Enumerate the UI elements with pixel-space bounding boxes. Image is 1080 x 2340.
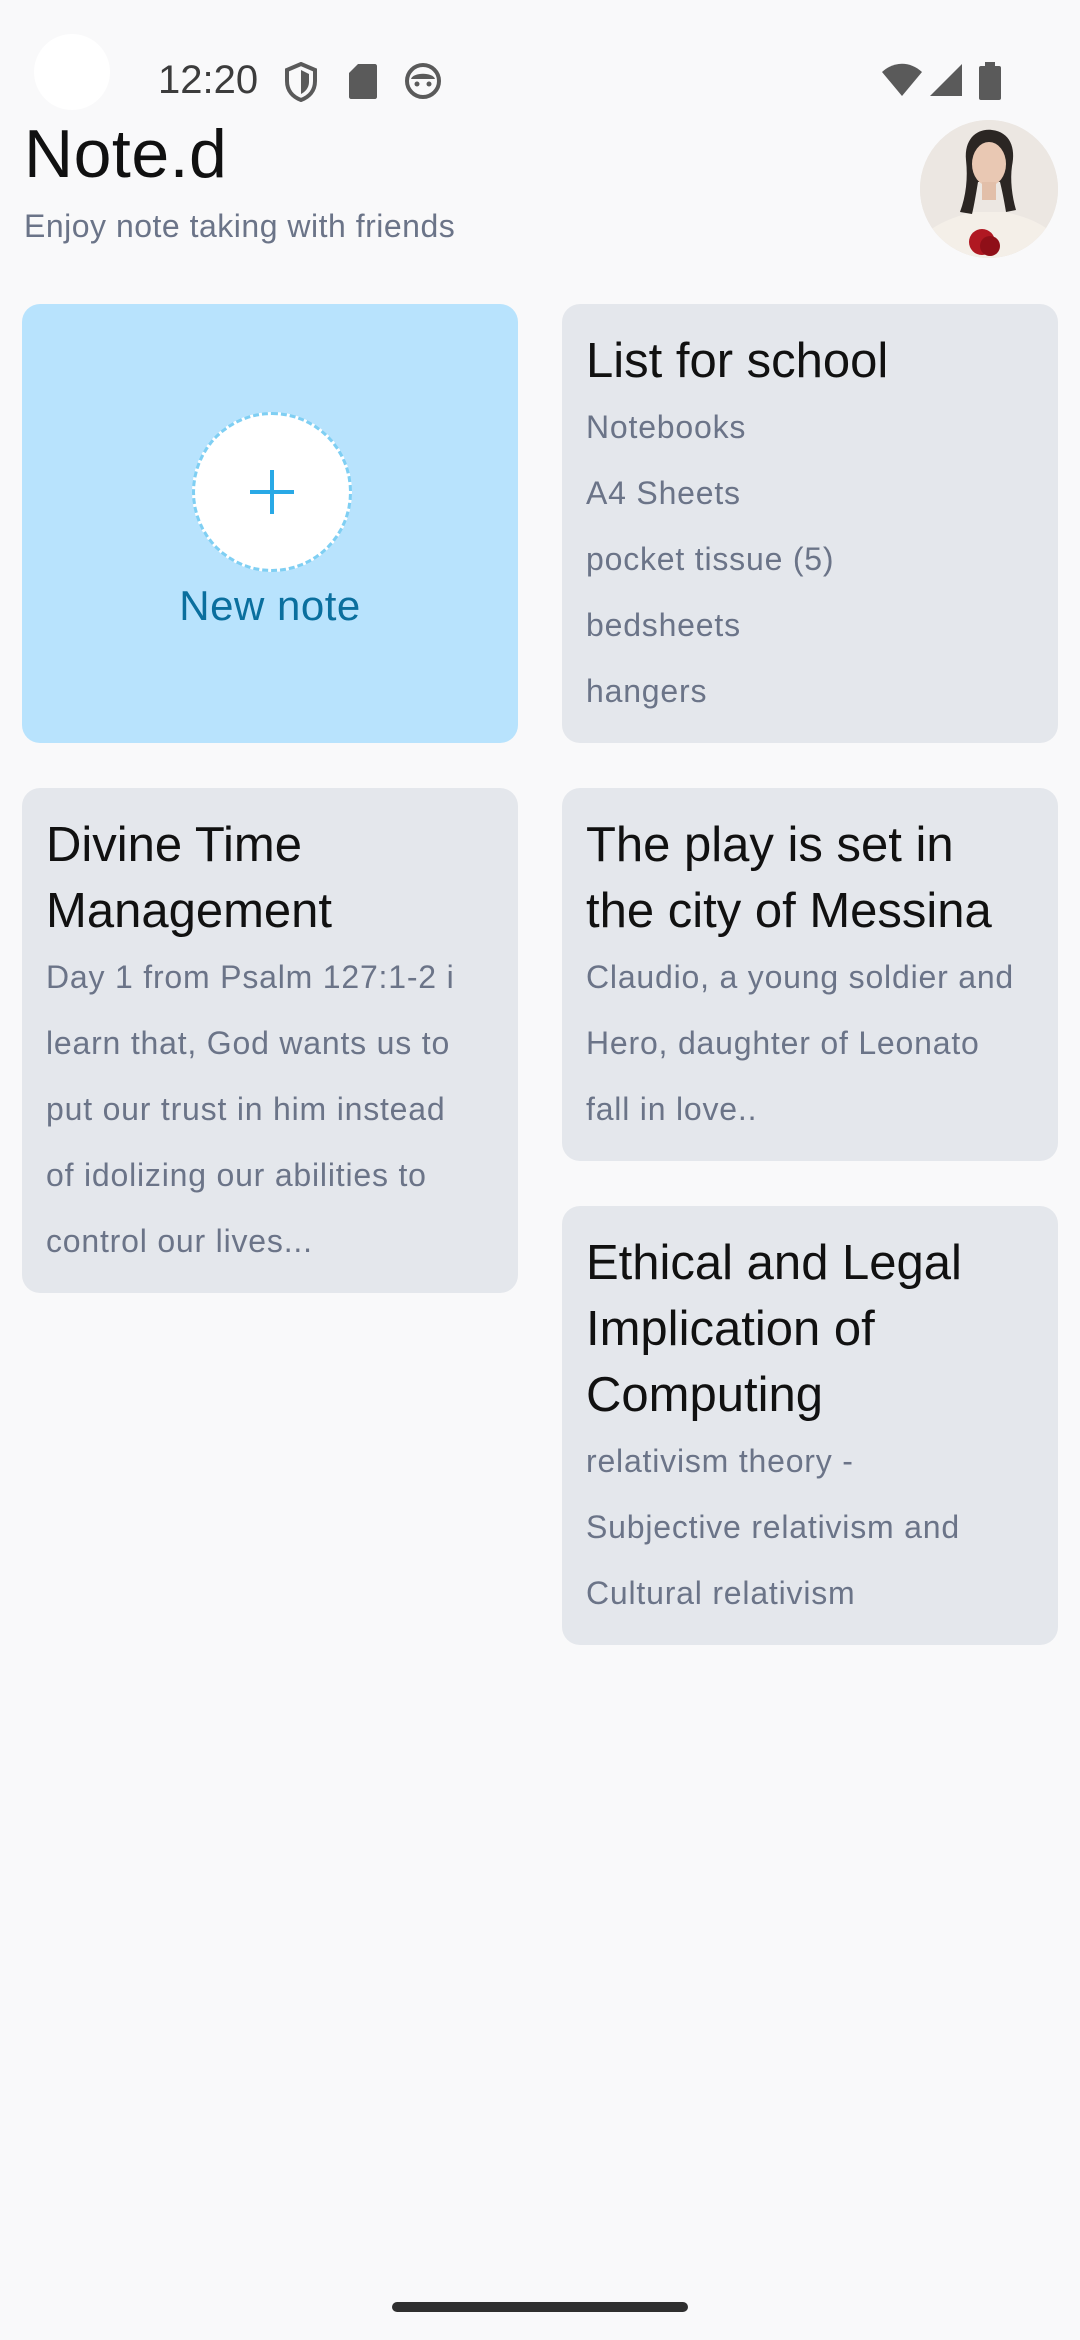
wifi-icon — [882, 63, 922, 96]
battery-icon — [979, 62, 1001, 100]
note-preview-line: put our trust in him instead — [46, 1091, 446, 1127]
screen: 12:20 Note.d Enjoy note taking with frie… — [0, 0, 1080, 2340]
app-title: Note.d — [24, 116, 228, 192]
note-title: List for school — [586, 334, 889, 388]
note-preview-line: of idolizing our abilities to — [46, 1157, 427, 1193]
new-note-button[interactable] — [192, 412, 352, 572]
note-list-item: pocket tissue (5) — [586, 541, 835, 577]
note-preview-line: Cultural relativism — [586, 1575, 856, 1611]
note-preview-line: Claudio, a young soldier and — [586, 959, 1015, 995]
avatar[interactable] — [920, 120, 1058, 258]
note-list: Notebooks A4 Sheets pocket tissue (5) be… — [586, 394, 1034, 724]
sd-card-icon — [349, 64, 377, 99]
note-list-item: A4 Sheets — [586, 475, 741, 511]
note-preview-line: control our lives... — [46, 1223, 313, 1259]
note-list-item: bedsheets — [586, 607, 741, 643]
note-card-list-for-school[interactable]: List for school Notebooks A4 Sheets pock… — [562, 304, 1058, 743]
signal-icon — [930, 64, 962, 96]
android-face-icon — [405, 63, 441, 99]
status-time: 12:20 — [158, 58, 259, 102]
shield-icon — [285, 62, 317, 102]
note-title: The play is set in the city of Messina — [586, 818, 992, 938]
note-list-item: hangers — [586, 673, 708, 709]
note-card-ethical-legal-computing[interactable]: Ethical and Legal Implication of Computi… — [562, 1206, 1058, 1645]
camera-cutout — [34, 34, 110, 110]
note-preview-line: fall in love.. — [586, 1091, 758, 1127]
note-preview-line: learn that, God wants us to — [46, 1025, 451, 1061]
note-preview-line: Subjective relativism and — [586, 1509, 960, 1545]
home-indicator[interactable] — [392, 2302, 688, 2312]
note-preview-line: Day 1 from Psalm 127:1-2 i — [46, 959, 455, 995]
new-note-card[interactable]: New note — [22, 304, 518, 743]
note-preview: Day 1 from Psalm 127:1-2 i learn that, G… — [46, 944, 494, 1274]
note-preview-line: Hero, daughter of Leonato — [586, 1025, 980, 1061]
new-note-label: New note — [179, 582, 361, 629]
note-card-divine-time-management[interactable]: Divine Time Management Day 1 from Psalm … — [22, 788, 518, 1293]
app-subtitle: Enjoy note taking with friends — [24, 208, 456, 244]
note-preview: Claudio, a young soldier and Hero, daugh… — [586, 944, 1034, 1142]
note-title: Ethical and Legal Implication of Computi… — [586, 1236, 962, 1422]
avatar-image — [920, 120, 1058, 258]
note-preview: relativism theory - Subjective relativis… — [586, 1428, 1034, 1626]
note-preview-line: relativism theory - — [586, 1443, 854, 1479]
note-card-messina-play[interactable]: The play is set in the city of Messina C… — [562, 788, 1058, 1161]
note-title: Divine Time Management — [46, 818, 333, 938]
plus-icon — [250, 470, 294, 514]
note-list-item: Notebooks — [586, 409, 747, 445]
